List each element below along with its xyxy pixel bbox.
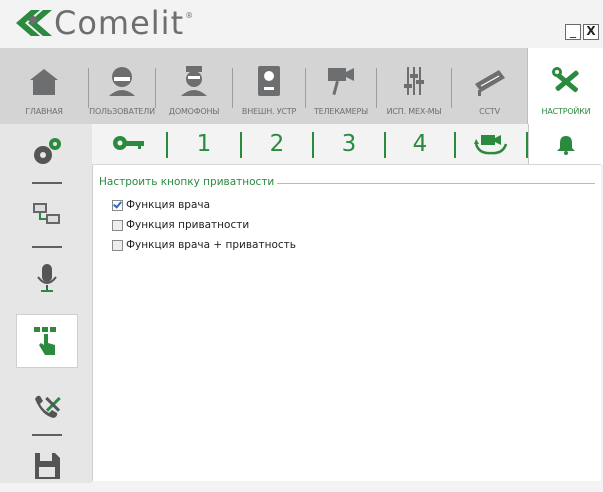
sidebar-item-general[interactable] xyxy=(16,126,78,178)
sidebar-item-network[interactable] xyxy=(16,188,78,240)
doctor-function-checkbox[interactable] xyxy=(112,200,123,211)
actuators-icon xyxy=(404,67,424,95)
save-icon xyxy=(35,453,60,479)
bell-icon xyxy=(557,136,575,155)
tab-label: ИСП. МЕХ-МЫ xyxy=(386,107,442,116)
subtab-2[interactable]: 2 xyxy=(242,124,312,164)
gears-icon xyxy=(34,138,61,164)
tab-users[interactable]: ПОЛЬЗОВАТЕЛИ xyxy=(89,48,155,124)
sidebar xyxy=(0,124,92,483)
option-label: Функция врача xyxy=(126,199,211,211)
tab-label: ДОМОФОНЫ xyxy=(168,107,220,116)
tab-settings[interactable]: НАСТРОЙКИ xyxy=(527,48,603,124)
tab-outdoor-units[interactable]: ВНЕШН. УСТР xyxy=(233,48,305,124)
tab-label: НАСТРОЙКИ xyxy=(541,107,591,116)
subtab-bell[interactable] xyxy=(528,124,603,165)
sidebar-item-call-settings[interactable] xyxy=(16,380,78,432)
tab-cameras[interactable]: ТЕЛЕКАМЕРЫ xyxy=(306,48,376,124)
settings-panel: Настроить кнопку приватности Функция вра… xyxy=(92,164,601,481)
close-button[interactable]: X xyxy=(583,24,599,40)
camera-icon xyxy=(328,68,354,96)
top-nav: ГЛАВНАЯ ПОЛЬЗОВАТЕЛИ ДОМОФОНЫ ВНЕШН. УСТ… xyxy=(0,48,603,124)
tab-label: ВНЕШН. УСТР xyxy=(241,107,297,116)
tab-actuators[interactable]: ИСП. МЕХ-МЫ xyxy=(377,48,451,124)
phone-tools-icon xyxy=(35,395,61,418)
microphone-icon xyxy=(37,264,57,292)
user-icon xyxy=(109,67,135,96)
doctor-plus-privacy-checkbox[interactable] xyxy=(112,240,123,251)
tab-label: ПОЛЬЗОВАТЕЛИ xyxy=(89,107,155,116)
option-label: Функция врача + приватность xyxy=(126,239,296,251)
sub-tabs: 1 2 3 4 xyxy=(92,124,603,165)
concierge-icon xyxy=(181,66,207,96)
camera-switch-icon xyxy=(474,135,508,155)
tab-label: ТЕЛЕКАМЕРЫ xyxy=(313,107,368,116)
tab-label: CCTV xyxy=(479,107,500,116)
tab-home[interactable]: ГЛАВНАЯ xyxy=(0,48,88,124)
subtab-1[interactable]: 1 xyxy=(168,124,240,164)
subtab-camera-switch[interactable] xyxy=(456,124,526,164)
minimize-button[interactable]: _ xyxy=(565,24,581,40)
tab-intercoms[interactable]: ДОМОФОНЫ xyxy=(156,48,232,124)
logo-registered: ® xyxy=(185,10,194,20)
logo-text: Comelit xyxy=(54,4,185,42)
title-bar: Comelit ® _ X xyxy=(0,0,603,48)
sidebar-item-audio[interactable] xyxy=(16,252,78,304)
outdoor-station-icon xyxy=(258,66,280,96)
key-icon xyxy=(113,136,144,150)
tab-label: ГЛАВНАЯ xyxy=(25,107,63,116)
group-divider xyxy=(261,183,595,184)
sidebar-item-save[interactable] xyxy=(16,440,78,492)
option-label: Функция приватности xyxy=(126,219,250,231)
sidebar-item-keypad[interactable] xyxy=(16,314,78,368)
privacy-group-title: Настроить кнопку приватности xyxy=(99,176,278,188)
network-icon xyxy=(33,203,60,224)
subtab-3[interactable]: 3 xyxy=(314,124,384,164)
subtab-key[interactable] xyxy=(92,124,166,164)
home-icon xyxy=(30,69,58,95)
tools-icon xyxy=(552,67,579,93)
comelit-logo: Comelit ® xyxy=(14,6,193,40)
comelit-logo-icon xyxy=(16,10,52,36)
privacy-function-checkbox[interactable] xyxy=(112,220,123,231)
touch-keypad-icon xyxy=(34,327,56,355)
tab-cctv[interactable]: CCTV xyxy=(452,48,527,124)
subtab-4[interactable]: 4 xyxy=(386,124,454,164)
cctv-icon xyxy=(474,70,505,96)
